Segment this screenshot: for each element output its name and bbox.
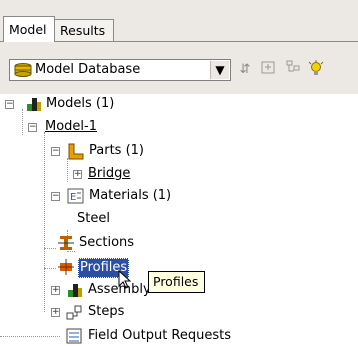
collapse-icon[interactable]: −	[51, 192, 60, 201]
field-output-icon	[66, 328, 84, 346]
tree-label: Sections	[79, 235, 135, 250]
collapse-icon[interactable]: −	[5, 100, 14, 109]
tab-results[interactable]: Results	[54, 19, 114, 41]
tree-label: Bridge	[88, 166, 131, 181]
tree-item-field-output-requests[interactable]: Field Output Requests	[0, 326, 358, 346]
tree-item-bridge[interactable]: + Bridge	[0, 164, 358, 184]
model-tree-header: Model Results Model Database ▼ ⇵	[0, 0, 358, 94]
tree-label: Parts (1)	[89, 143, 144, 158]
materials-icon: E	[67, 187, 85, 205]
tree-label: Steps	[88, 304, 125, 319]
database-selector[interactable]: Model Database ▼	[9, 59, 231, 81]
collapse-icon[interactable]: −	[28, 123, 37, 132]
tree-label: Model-1	[45, 119, 97, 134]
tree-item-models[interactable]: − Models (1)	[0, 94, 358, 114]
expand-icon[interactable]: +	[51, 308, 60, 317]
database-icon	[14, 63, 32, 80]
tree-item-materials[interactable]: − E Materials (1)	[0, 186, 358, 206]
svg-text:E: E	[70, 192, 76, 203]
assembly-icon	[66, 281, 84, 299]
tooltip: Profiles	[148, 271, 205, 293]
sections-icon	[57, 234, 75, 252]
tree-label: Assembly	[88, 282, 151, 297]
tree-item-sections[interactable]: Sections	[0, 233, 358, 253]
tree-label: Field Output Requests	[88, 328, 232, 343]
tree-item-steel[interactable]: Steel	[0, 209, 358, 229]
models-icon	[25, 95, 43, 113]
sort-arrows-icon[interactable]: ⇵	[236, 60, 254, 80]
tree-item-parts[interactable]: − Parts (1)	[0, 141, 358, 161]
expand-icon[interactable]: +	[73, 170, 82, 179]
database-label: Model Database	[35, 62, 141, 77]
tree-label: Steel	[77, 211, 110, 226]
steps-icon	[66, 303, 84, 321]
lightbulb-icon[interactable]	[307, 60, 325, 80]
collapse-tree-icon[interactable]	[259, 60, 277, 80]
tree-label: Materials (1)	[89, 188, 172, 203]
tree-item-steps[interactable]: + Steps	[0, 302, 358, 322]
expand-icon[interactable]: +	[51, 286, 60, 295]
tree-label: Models (1)	[46, 96, 115, 111]
profiles-icon	[57, 258, 75, 276]
tree-item-model-1[interactable]: − Model-1	[0, 117, 358, 137]
parts-icon	[67, 142, 85, 160]
tree-filter-icon[interactable]	[284, 60, 302, 80]
tab-model[interactable]: Model	[3, 16, 55, 42]
collapse-icon[interactable]: −	[51, 147, 60, 156]
chevron-down-icon[interactable]: ▼	[210, 61, 229, 79]
